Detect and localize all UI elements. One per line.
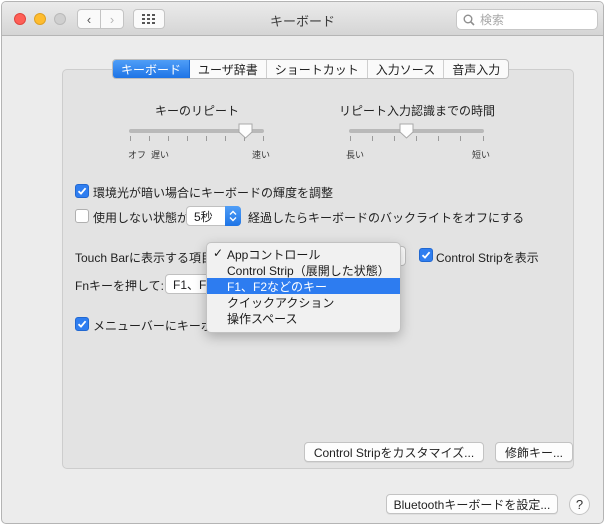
backlight-timeout-stepper[interactable] bbox=[225, 206, 241, 226]
menu-item-app-controls[interactable]: ✓ Appコントロール bbox=[207, 246, 400, 262]
bluetooth-keyboard-setup-button[interactable]: Bluetoothキーボードを設定... bbox=[386, 494, 558, 514]
menu-bar-checkbox[interactable] bbox=[75, 317, 89, 331]
key-repeat-label: キーのリピート bbox=[154, 104, 239, 118]
backlight-off-checkbox[interactable] bbox=[75, 209, 89, 223]
repeat-delay-knob[interactable] bbox=[399, 123, 414, 139]
repeat-delay-min: 長い bbox=[346, 150, 365, 160]
menu-item-quick-actions[interactable]: クイックアクション bbox=[207, 294, 400, 310]
menu-item-label: Appコントロール bbox=[227, 247, 321, 262]
menu-item-label: 操作スペース bbox=[227, 311, 298, 326]
control-strip-label: Control Stripを表示 bbox=[436, 251, 539, 265]
search-icon bbox=[463, 14, 475, 26]
checkmark-icon: ✓ bbox=[213, 246, 224, 260]
checkmark-icon bbox=[421, 251, 431, 259]
repeat-delay-label: リピート入力認識までの時間 bbox=[338, 104, 495, 118]
menu-item-expanded-control-strip[interactable]: Control Strip（展開した状態） bbox=[207, 262, 400, 278]
checkmark-icon bbox=[77, 187, 87, 195]
tab-bar: キーボード ユーザ辞書 ショートカット 入力ソース 音声入力 bbox=[112, 59, 510, 79]
menu-item-f-keys[interactable]: F1、F2などのキー bbox=[207, 278, 400, 294]
key-repeat-min-slow: 遅い bbox=[151, 150, 170, 160]
menu-item-label: Control Strip（展開した状態） bbox=[227, 263, 390, 278]
menu-item-spaces[interactable]: 操作スペース bbox=[207, 310, 400, 326]
checkmark-icon bbox=[77, 320, 87, 328]
touch-bar-dropdown-menu: ✓ Appコントロール Control Strip（展開した状態） F1、F2な… bbox=[206, 242, 401, 333]
ambient-light-checkbox[interactable] bbox=[75, 184, 89, 198]
tab-dictation[interactable]: 音声入力 bbox=[444, 60, 508, 78]
search-field[interactable]: 検索 bbox=[456, 9, 598, 30]
tab-user-dictionary[interactable]: ユーザ辞書 bbox=[190, 60, 267, 78]
key-repeat-min-off: オフ bbox=[128, 150, 147, 160]
customize-control-strip-button[interactable]: Control Stripをカスタマイズ... bbox=[304, 442, 484, 462]
repeat-delay-max: 短い bbox=[472, 150, 491, 160]
help-button[interactable]: ? bbox=[569, 494, 590, 515]
tab-shortcuts[interactable]: ショートカット bbox=[267, 60, 368, 78]
ambient-light-label: 環境光が暗い場合にキーボードの輝度を調整 bbox=[93, 186, 334, 200]
control-strip-checkbox[interactable] bbox=[419, 248, 433, 262]
preferences-window: ‹ › キーボード 検索 キーボード ユーザ辞書 ショートカット 入力ソース 音… bbox=[1, 1, 604, 524]
repeat-delay-track[interactable] bbox=[349, 129, 484, 133]
menu-item-label: F1、F2などのキー bbox=[227, 279, 328, 294]
title-bar: ‹ › キーボード 検索 bbox=[2, 2, 603, 36]
menu-item-label: クイックアクション bbox=[227, 295, 335, 310]
key-repeat-knob[interactable] bbox=[238, 123, 253, 139]
search-placeholder: 検索 bbox=[480, 13, 505, 27]
updown-chevron-icon bbox=[229, 210, 237, 222]
key-repeat-max: 速い bbox=[252, 150, 271, 160]
touch-bar-label: Touch Barに表示する項目 bbox=[75, 251, 214, 265]
modifier-keys-button[interactable]: 修飾キー... bbox=[495, 442, 573, 462]
tab-keyboard[interactable]: キーボード bbox=[113, 60, 191, 78]
backlight-timeout-value: 5秒 bbox=[194, 209, 213, 224]
backlight-off-label-after: 経過したらキーボードのバックライトをオフにする bbox=[248, 211, 525, 225]
backlight-off-label-before: 使用しない状態が bbox=[93, 211, 190, 225]
fn-key-label: Fnキーを押して: bbox=[75, 279, 164, 293]
tab-input-sources[interactable]: 入力ソース bbox=[368, 60, 445, 78]
